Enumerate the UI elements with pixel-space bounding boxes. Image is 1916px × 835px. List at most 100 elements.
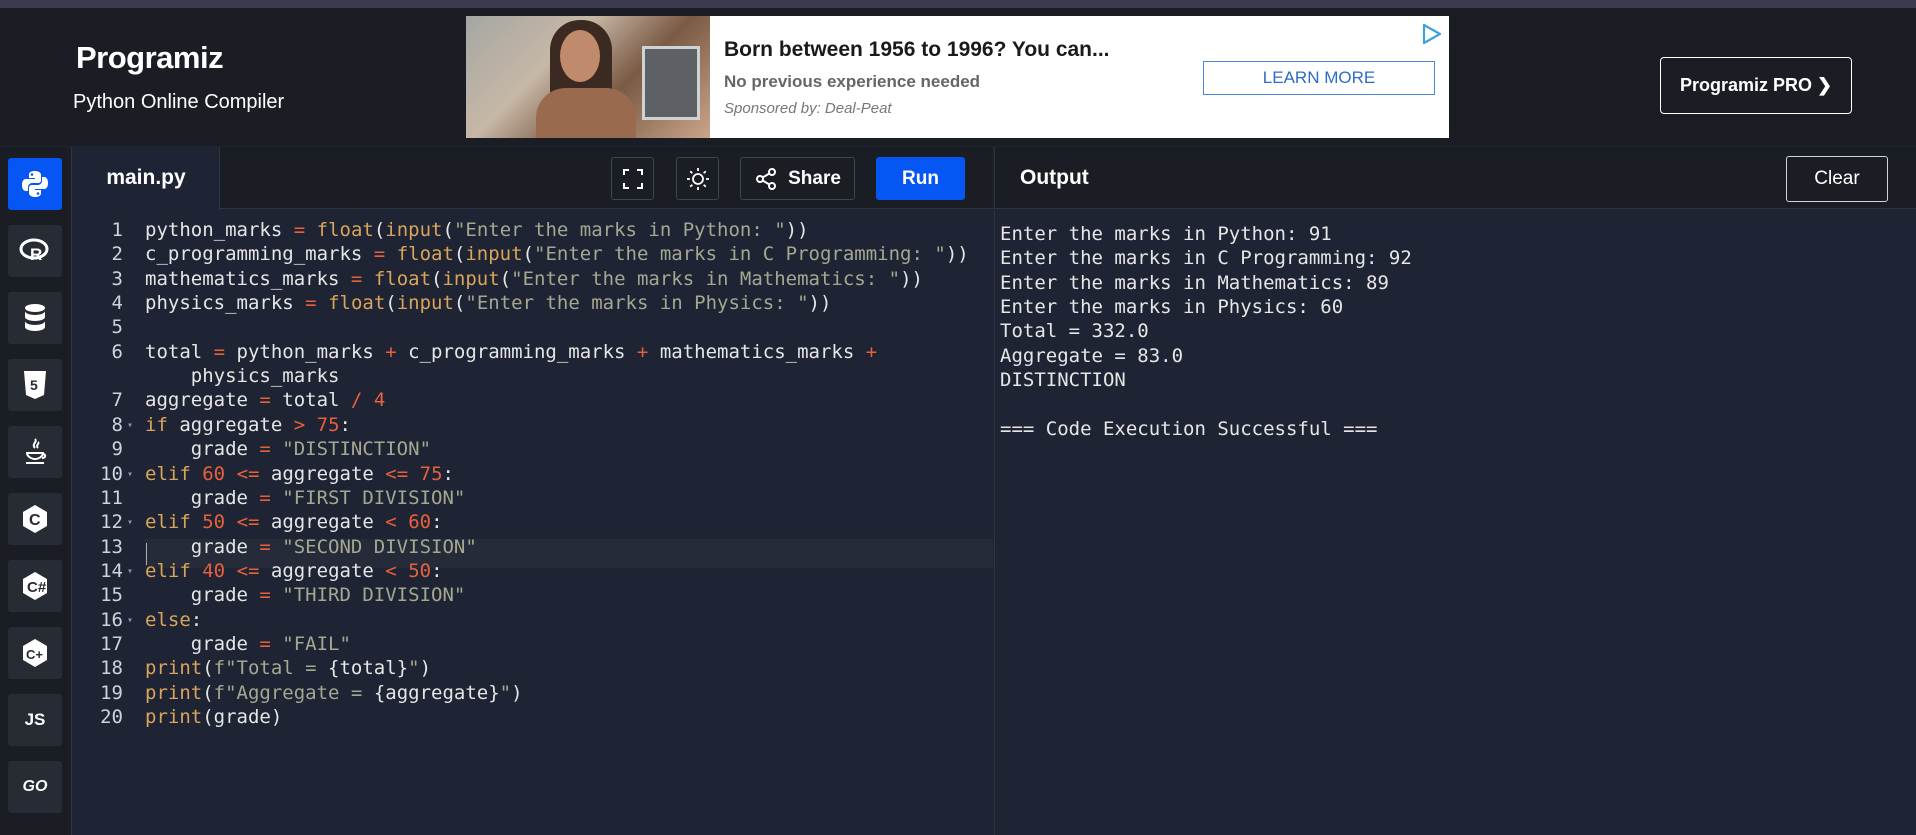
svg-text:C#: C# [27, 579, 47, 596]
advertisement-banner[interactable]: Born between 1956 to 1996? You can... No… [466, 16, 1449, 138]
ad-learn-more-button[interactable]: LEARN MORE [1203, 61, 1435, 95]
page-subtitle: Python Online Compiler [73, 91, 285, 113]
code-token: ) [419, 657, 432, 680]
code-token: aggregate [145, 389, 260, 412]
code-token: f"Total = [213, 657, 329, 680]
code-token: = [259, 486, 271, 509]
code-token: = [259, 535, 271, 558]
run-button[interactable]: Run [876, 157, 965, 200]
code-token: " [499, 681, 512, 704]
code-token: ( [499, 267, 512, 290]
python-language-icon[interactable] [8, 158, 62, 210]
code-token: = [350, 267, 363, 290]
editor-toolbar: main.py Share Run [73, 147, 993, 210]
ad-image[interactable] [466, 16, 710, 138]
code-token: python_marks [225, 340, 386, 363]
code-token: : [339, 413, 351, 436]
javascript-language-icon[interactable]: JS [8, 694, 62, 746]
code-token: )) [945, 243, 969, 266]
code-editor[interactable]: ▲ 1python_marks = float(input("Enter the… [73, 210, 993, 835]
share-button[interactable]: Share [740, 157, 855, 200]
code-token: print [145, 657, 203, 680]
tab-main-py[interactable]: main.py [73, 147, 220, 210]
cpp-language-icon[interactable]: C+ [8, 627, 62, 679]
code-token: "SECOND DIVISION" [282, 535, 477, 558]
r-language-icon[interactable]: R [8, 225, 62, 277]
fullscreen-icon [622, 168, 643, 189]
theme-toggle-button[interactable] [676, 157, 719, 200]
code-token: "Enter the marks in Physics: " [465, 292, 809, 315]
svg-text:C+: C+ [26, 647, 43, 662]
code-token: c_programming_marks [145, 243, 374, 266]
code-token: "FIRST DIVISION" [282, 486, 466, 509]
code-token: ( [373, 219, 386, 241]
code-token: )) [808, 292, 832, 315]
code-token: + [385, 340, 397, 363]
svg-text:C: C [29, 512, 41, 529]
code-token: "FAIL" [282, 632, 351, 655]
code-token: print [145, 681, 203, 704]
code-token: " [408, 657, 420, 680]
sql-language-icon[interactable] [8, 292, 62, 344]
ad-subtitle: No previous experience needed [724, 72, 981, 91]
c-language-icon[interactable]: C [8, 493, 62, 545]
code-line[interactable]: 20 print(grade) [73, 703, 993, 732]
sun-icon [686, 167, 709, 190]
code-token: (grade) [202, 706, 283, 728]
adchoices-icon[interactable] [1419, 22, 1443, 46]
code-token: = [373, 243, 386, 266]
code-token: input [442, 267, 500, 290]
code-token: ( [431, 267, 443, 290]
code-token: ( [453, 243, 466, 266]
code-token: 60 [202, 462, 226, 485]
code-token: "THIRD DIVISION" [282, 584, 466, 607]
code-token: )) [900, 267, 923, 290]
code-token: )) [785, 219, 809, 241]
java-language-icon[interactable] [8, 426, 62, 478]
code-token: < [385, 511, 397, 534]
code-token: total [145, 340, 214, 363]
code-token: float [373, 267, 432, 290]
code-token: ( [385, 292, 397, 315]
code-token: grade [145, 486, 260, 509]
code-token: ( [453, 292, 466, 315]
code-token: aggregate [259, 462, 386, 485]
code-token: 50 [202, 511, 226, 534]
code-token: <= [385, 462, 409, 485]
code-token: < [385, 559, 397, 582]
code-token: physics_marks [145, 292, 306, 315]
code-token: input [396, 292, 454, 315]
code-token: + [865, 340, 878, 363]
code-token: 50 [408, 559, 432, 582]
programiz-pro-button[interactable]: Programiz PRO ❯ [1660, 57, 1852, 114]
code-token: 75 [419, 462, 443, 485]
code-token: <= [236, 559, 260, 582]
js-label: JS [24, 710, 46, 729]
programiz-logo[interactable]: Programiz [76, 40, 224, 76]
code-token: : [442, 462, 454, 485]
output-line: === Code Execution Successful === [1000, 417, 1378, 440]
clear-button[interactable]: Clear [1786, 156, 1888, 202]
code-token: "Enter the marks in Python: " [453, 219, 786, 241]
csharp-language-icon[interactable]: C# [8, 560, 62, 612]
go-language-icon[interactable]: GO [8, 761, 62, 813]
html-language-icon[interactable]: 5 [8, 359, 62, 411]
share-icon [756, 167, 777, 190]
output-console[interactable]: Enter the marks in Python: 91 Enter the m… [994, 210, 1916, 835]
fullscreen-button[interactable] [611, 157, 654, 200]
output-line: DISTINCTION [1000, 369, 1126, 392]
code-token: input [465, 243, 523, 266]
code-token: if [145, 413, 168, 436]
ad-title[interactable]: Born between 1956 to 1996? You can... [724, 38, 1110, 62]
code-token: grade [145, 632, 260, 655]
